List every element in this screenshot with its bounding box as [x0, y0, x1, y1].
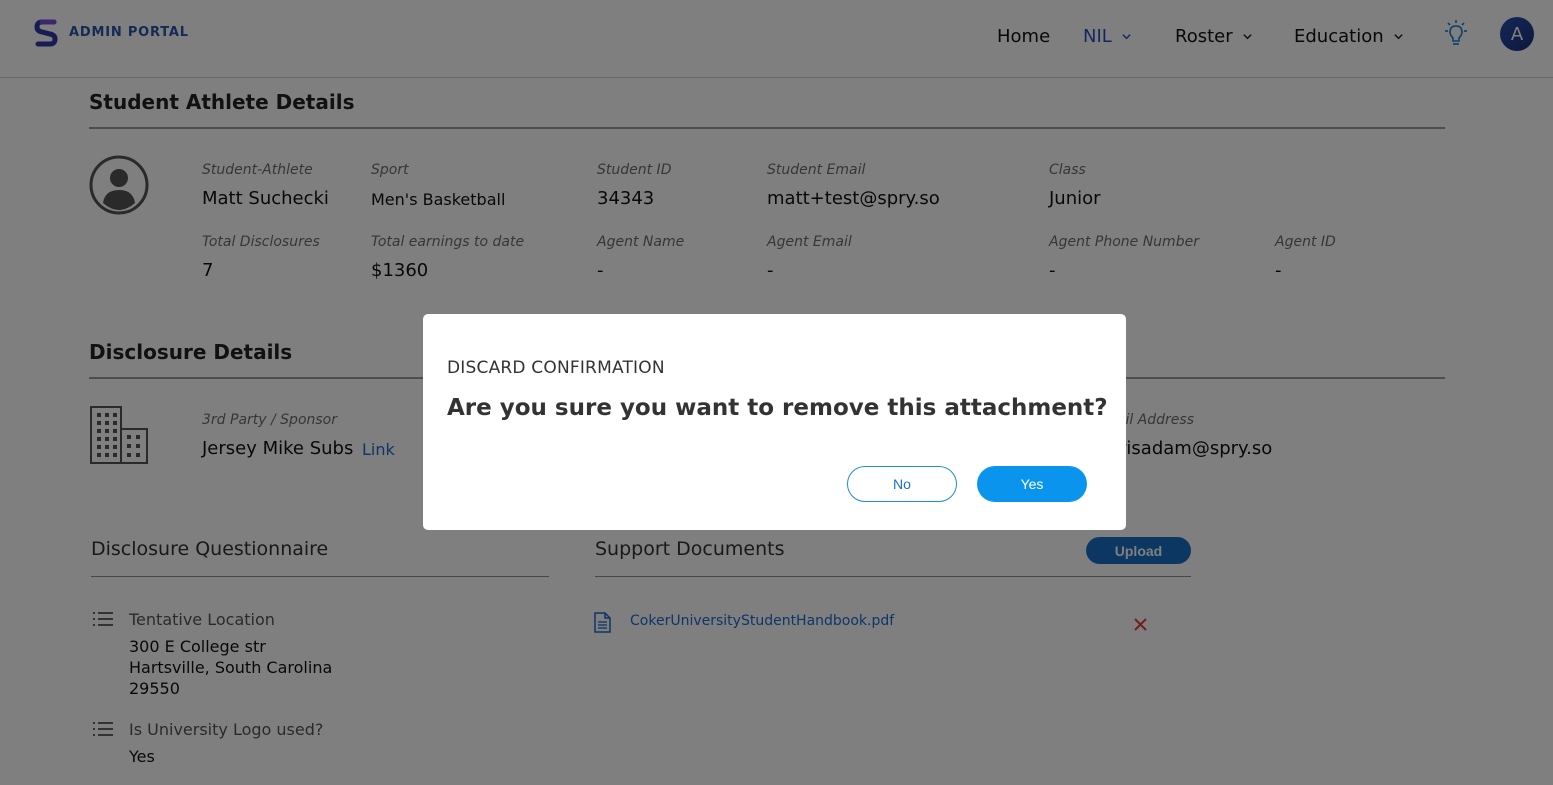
yes-button[interactable]: Yes: [977, 466, 1087, 502]
dialog-question: Are you sure you want to remove this att…: [447, 395, 1108, 421]
discard-confirmation-dialog: DISCARD CONFIRMATION Are you sure you wa…: [423, 314, 1126, 530]
dialog-kicker: DISCARD CONFIRMATION: [447, 358, 665, 378]
no-button[interactable]: No: [847, 466, 957, 502]
